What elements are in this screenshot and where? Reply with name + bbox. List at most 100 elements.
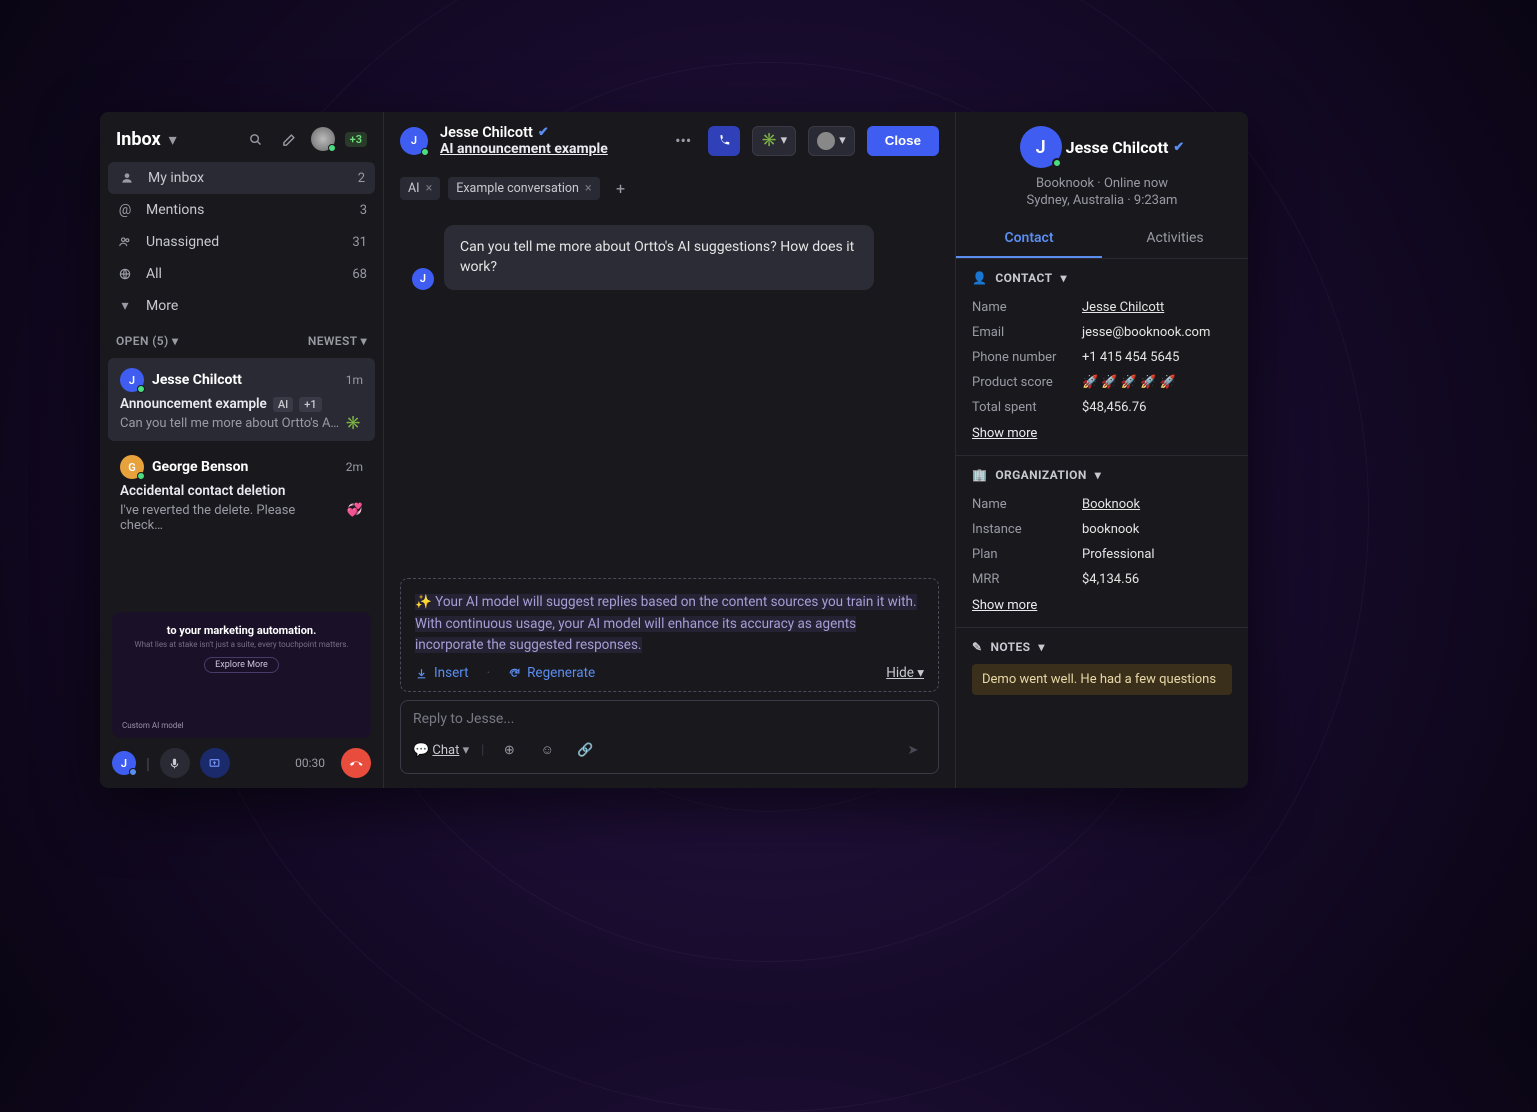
call-bar: J | 00:30	[112, 748, 371, 778]
emoji-icon: ✳️	[345, 416, 361, 431]
verified-icon: ✔	[538, 125, 549, 140]
show-more-link[interactable]: Show more	[972, 598, 1037, 613]
sidebar: Inbox ▾ +3 My inbox 2 @ Mentions 3	[100, 112, 384, 788]
globe-icon	[116, 267, 134, 281]
message-thread: J Can you tell me more about Ortto's AI …	[384, 213, 955, 578]
inbox-title[interactable]: Inbox	[116, 129, 161, 150]
app-window: Inbox ▾ +3 My inbox 2 @ Mentions 3	[100, 112, 1248, 788]
tag-selector[interactable]: ✳️ ▾	[752, 126, 796, 156]
person-icon: 👤	[972, 271, 987, 285]
remove-tag-icon[interactable]: ×	[585, 181, 592, 196]
chevron-down-icon[interactable]: ▾	[169, 130, 177, 149]
contact-phone-value: +1 415 454 5645	[1082, 350, 1179, 365]
insert-button[interactable]: Insert	[415, 665, 469, 681]
tag-chip[interactable]: AI×	[400, 177, 440, 200]
conversation-time: 1m	[346, 373, 363, 387]
org-icon: 🏢	[972, 468, 987, 482]
product-score-value: 🚀 🚀 🚀 🚀 🚀	[1082, 375, 1176, 390]
conversation-item[interactable]: G George Benson 2m Accidental contact de…	[108, 445, 375, 543]
compose-icon[interactable]	[277, 126, 303, 152]
users-icon	[116, 235, 134, 249]
tab-contact[interactable]: Contact	[956, 220, 1102, 258]
hide-button[interactable]: Hide ▾	[886, 665, 924, 681]
link-icon[interactable]: 🔗	[572, 737, 598, 763]
close-button[interactable]: Close	[867, 126, 939, 156]
preview-card[interactable]: to your marketing automation. What lies …	[112, 612, 371, 738]
open-filter[interactable]: OPEN (5) ▾	[116, 334, 178, 348]
nav-label: Unassigned	[146, 234, 219, 250]
nav-more[interactable]: ▾ More	[100, 290, 383, 322]
conversation-subject: Announcement example	[120, 396, 267, 412]
nav-label: More	[146, 298, 178, 314]
mute-button[interactable]	[160, 748, 190, 778]
instance-value: booknook	[1082, 522, 1139, 537]
tag-chip[interactable]: Example conversation×	[448, 177, 599, 200]
regenerate-button[interactable]: Regenerate	[508, 665, 595, 681]
mention-icon: @	[116, 202, 134, 218]
mrr-value: $4,134.56	[1082, 572, 1139, 587]
user-avatar[interactable]	[311, 127, 335, 151]
call-button[interactable]	[708, 126, 740, 156]
reply-box[interactable]: Reply to Jesse... 💬 Chat ▾ | ⊕ ☺ 🔗 ➤	[400, 700, 939, 774]
nav-my-inbox[interactable]: My inbox 2	[108, 162, 375, 194]
note-item[interactable]: Demo went well. He had a few questions	[972, 664, 1232, 695]
conversation-preview: I've reverted the delete. Please check…	[120, 503, 341, 533]
details-header: J Jesse Chilcott✔ Booknook · Online now …	[956, 112, 1248, 220]
conversation-preview: Can you tell me more about Ortto's A…	[120, 416, 339, 431]
nav-count: 3	[360, 203, 367, 218]
notes-section: ✎NOTES▾ Demo went well. He had a few que…	[956, 628, 1248, 709]
nav-mentions[interactable]: @ Mentions 3	[100, 194, 383, 226]
sender-avatar: J	[412, 268, 434, 290]
preview-subtitle: Custom AI model	[122, 721, 184, 730]
contact-section: 👤CONTACT▾ NameJesse Chilcott Emailjesse@…	[956, 259, 1248, 456]
nav-label: My inbox	[148, 170, 204, 186]
add-tag-icon[interactable]: +	[608, 175, 634, 201]
show-more-link[interactable]: Show more	[972, 426, 1037, 441]
conversation-subject[interactable]: AI announcement example	[440, 141, 658, 157]
details-pane: J Jesse Chilcott✔ Booknook · Online now …	[956, 112, 1248, 788]
chevron-down-icon[interactable]: ▾	[1060, 271, 1066, 285]
nav-label: Mentions	[146, 202, 204, 218]
edit-icon: ✎	[972, 640, 982, 654]
more-icon[interactable]: •••	[670, 128, 696, 154]
nav-all[interactable]: All 68	[100, 258, 383, 290]
preview-button[interactable]: Explore More	[204, 657, 279, 673]
conversation-item[interactable]: J Jesse Chilcott 1m Announcement example…	[108, 358, 375, 441]
search-icon[interactable]	[243, 126, 269, 152]
contact-avatar-large: J	[1020, 126, 1062, 168]
contact-avatar: G	[120, 455, 144, 479]
conversation-pane: J Jesse Chilcott ✔ AI announcement examp…	[384, 112, 956, 788]
hangup-button[interactable]	[341, 748, 371, 778]
ai-suggestion-box: ✨ Your AI model will suggest replies bas…	[400, 578, 939, 692]
nav-unassigned[interactable]: Unassigned 31	[100, 226, 383, 258]
send-button[interactable]: ➤	[900, 737, 926, 763]
contact-name: George Benson	[152, 459, 338, 475]
total-spent-value: $48,456.76	[1082, 400, 1146, 415]
sort-filter[interactable]: NEWEST ▾	[308, 334, 367, 348]
contact-name: Jesse Chilcott	[152, 372, 338, 388]
tab-activities[interactable]: Activities	[1102, 220, 1248, 258]
tags-row: AI× Example conversation× +	[384, 169, 955, 213]
channel-selector[interactable]: 💬 Chat ▾	[413, 743, 469, 758]
emoji-icon: 💞	[347, 503, 363, 533]
preview-title: to your marketing automation.	[124, 624, 359, 637]
message-bubble: Can you tell me more about Ortto's AI su…	[444, 225, 874, 290]
contact-avatar: J	[120, 368, 144, 392]
organization-section: 🏢ORGANIZATION▾ NameBooknook Instancebook…	[956, 456, 1248, 628]
org-name-value[interactable]: Booknook	[1082, 497, 1140, 512]
emoji-icon[interactable]: ☺	[534, 737, 560, 763]
conversation-subject: Accidental contact deletion	[120, 483, 285, 499]
chevron-down-icon[interactable]: ▾	[1095, 468, 1101, 482]
message-row: J Can you tell me more about Ortto's AI …	[412, 225, 927, 290]
conversation-list-header: OPEN (5) ▾ NEWEST ▾	[100, 322, 383, 356]
add-icon[interactable]: ⊕	[496, 737, 522, 763]
verified-icon: ✔	[1173, 140, 1184, 155]
chevron-down-icon[interactable]: ▾	[1038, 640, 1044, 654]
nav-count: 31	[352, 235, 367, 250]
reply-input[interactable]: Reply to Jesse...	[413, 711, 926, 727]
assignee-selector[interactable]: ▾	[808, 126, 855, 156]
screen-share-button[interactable]	[200, 748, 230, 778]
remove-tag-icon[interactable]: ×	[426, 181, 433, 196]
contact-name-value[interactable]: Jesse Chilcott	[1082, 300, 1164, 315]
contact-name: Jesse Chilcott	[440, 124, 533, 141]
